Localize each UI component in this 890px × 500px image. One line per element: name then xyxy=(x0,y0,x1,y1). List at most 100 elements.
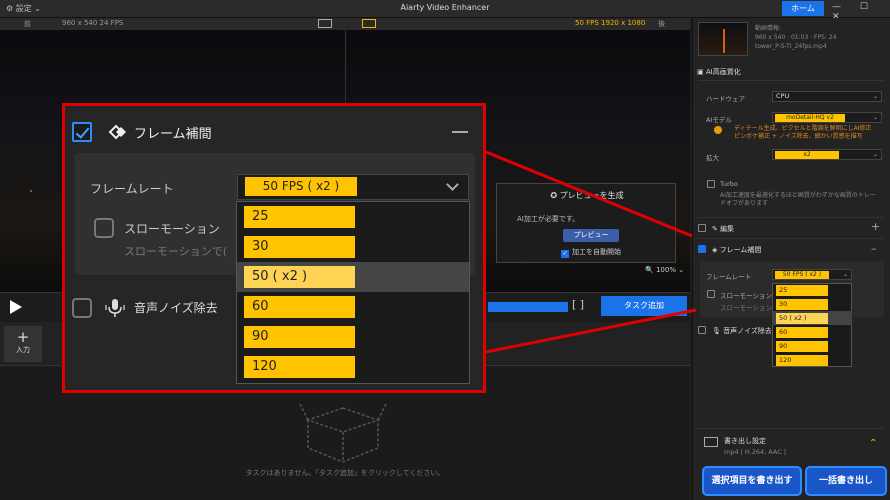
zoom-fps-option-selected[interactable]: 50 ( x2 ) xyxy=(244,266,355,288)
zoom-fps-option[interactable]: 120 xyxy=(244,356,355,378)
preview-note: AI加工が必要です。 xyxy=(517,215,580,223)
input-label: 入力 xyxy=(16,346,30,354)
frame-interp-section: ◈ フレーム補間 xyxy=(712,246,762,254)
fps-option[interactable]: 25 xyxy=(776,285,828,296)
zoom-frame-interp-checkbox[interactable] xyxy=(72,122,92,142)
zoom-frame-rate-value: 50 FPS ( x2 ) xyxy=(245,177,357,196)
zoom-fps-option[interactable]: 60 xyxy=(244,296,355,318)
home-button[interactable]: ホーム xyxy=(782,1,824,16)
export-all-button[interactable]: 一括書き出し xyxy=(805,466,887,496)
zoom-value: 100% xyxy=(655,266,676,274)
after-info: 50 FPS 1920 x 1080 xyxy=(575,19,646,27)
preview-header: 前 960 x 540 24 FPS 50 FPS 1920 x 1080 後 xyxy=(0,18,690,30)
export-selected-button[interactable]: 選択項目を書き出す xyxy=(702,466,802,496)
info-icon[interactable] xyxy=(714,126,722,134)
zoom-slowmo-desc: スローモーションで( xyxy=(124,245,228,258)
app-title: Aiarty Video Enhancer xyxy=(400,3,490,12)
preview-button[interactable]: プレビュー xyxy=(563,229,619,242)
chevron-down-icon: ⌄ xyxy=(872,93,878,100)
source-info-spec: 960 x 540 · 01:03 · FPS: 24 xyxy=(755,34,837,41)
preview-gen-icon: ✪ xyxy=(550,191,560,200)
edit-checkbox[interactable] xyxy=(698,224,706,232)
auto-start-checkbox[interactable]: ✓ 加工を自動開始 xyxy=(561,247,621,258)
divider xyxy=(698,428,884,429)
fps-option[interactable]: 60 xyxy=(776,327,828,338)
zoom-fps-option[interactable]: 25 xyxy=(244,206,355,228)
trim-brackets[interactable]: [ ] xyxy=(572,298,584,311)
frame-interp-icon xyxy=(108,124,126,140)
plus-icon: + xyxy=(16,328,30,346)
video-thumbnail[interactable] xyxy=(698,22,748,56)
fps-option[interactable]: 90 xyxy=(776,341,828,352)
edit-label: 編集 xyxy=(720,225,735,233)
ai-model-label: AIモデル xyxy=(706,116,732,124)
zoom-slowmo-label: スローモーション xyxy=(124,222,220,236)
timeline-track[interactable] xyxy=(488,302,568,312)
zoom-noise-label: 音声ノイズ除去 xyxy=(134,301,218,315)
noise-checkbox[interactable] xyxy=(698,326,706,334)
zoom-select[interactable]: 🔍 100% ⌄ xyxy=(645,266,684,274)
input-button[interactable]: + 入力 xyxy=(4,326,42,362)
export-settings-value: mp4 | H.264, AAC | xyxy=(724,448,787,456)
source-info: 動画情報: 960 x 540 · 01:03 · FPS: 24 tower_… xyxy=(755,24,836,51)
expand-icon[interactable]: + xyxy=(871,220,880,233)
turbo-checkbox[interactable] xyxy=(707,180,715,188)
frame-interp-checkbox[interactable] xyxy=(698,245,706,253)
microphone-icon xyxy=(105,299,125,317)
source-info-title: 動画情報: xyxy=(755,25,782,32)
hardware-label: ハードウェア xyxy=(706,95,745,103)
turbo-label: Turbo xyxy=(720,180,738,188)
collapse-icon[interactable] xyxy=(452,131,468,133)
task-add-button[interactable]: タスク追加 xyxy=(601,296,687,316)
tower-image xyxy=(723,29,725,53)
zoom-noise-checkbox[interactable] xyxy=(72,298,92,318)
preview-gen-title: プレビューを生成 xyxy=(559,191,624,200)
source-info-file: tower_P-S-TI_24fps.mp4 xyxy=(755,43,827,50)
slowmo-checkbox[interactable] xyxy=(707,290,715,298)
frame-rate-select[interactable]: 50 FPS ( x2 ) ⌄ xyxy=(772,269,852,280)
chevron-down-icon: ⌄ xyxy=(842,271,848,278)
ai-model-value: moDetail-HQ v2 xyxy=(775,114,845,122)
chevron-down-icon: ⌄ xyxy=(872,114,878,121)
scale-select[interactable]: x2 ⌄ xyxy=(772,149,882,160)
empty-box-icon xyxy=(299,403,387,463)
edit-section: ✎ 編集 xyxy=(712,225,735,233)
noise-section: 🎙 音声ノイズ除去 xyxy=(712,327,772,335)
frame-rate-label: フレームレート xyxy=(706,273,752,281)
collapse-icon[interactable]: – xyxy=(871,242,877,255)
turbo-desc: AI加工速度を最適化するほど画質がわずかな画質のトレードオフがあります xyxy=(720,192,876,207)
zoom-fps-option[interactable]: 90 xyxy=(244,326,355,348)
scale-label: 拡大 xyxy=(706,154,719,162)
ai-enhance-section: ▣ AI高画質化 xyxy=(697,68,741,76)
before-label: 前 xyxy=(24,20,31,28)
divider xyxy=(698,238,884,239)
hardware-value: CPU xyxy=(776,92,790,100)
zoom-slowmo-checkbox[interactable] xyxy=(94,218,114,238)
play-icon[interactable] xyxy=(10,300,22,314)
check-icon: ✓ xyxy=(561,250,569,258)
slowmo-desc: スローモーションで xyxy=(720,304,779,312)
ai-model-select[interactable]: moDetail-HQ v2 ⌄ xyxy=(772,112,882,123)
frame-interp-label: フレーム補間 xyxy=(719,246,762,254)
export-settings-icon xyxy=(704,437,718,447)
title-bar: ⚙ 設定 ⌄ Aiarty Video Enhancer xyxy=(0,0,890,18)
zoom-frame-rate-label: フレームレート xyxy=(90,182,174,196)
fps-option[interactable]: 120 xyxy=(776,355,828,366)
divider xyxy=(698,80,884,81)
hardware-select[interactable]: CPU ⌄ xyxy=(772,91,882,102)
compare-view-icon[interactable] xyxy=(362,19,376,28)
zoom-title: フレーム補間 xyxy=(134,127,212,142)
slowmo-label: スローモーション xyxy=(720,292,772,300)
fps-option-selected[interactable]: 50 ( x2 ) xyxy=(776,313,828,324)
preview-generate-box: ✪ プレビューを生成 AI加工が必要です。 プレビュー ✓ 加工を自動開始 xyxy=(496,183,676,263)
auto-start-label: 加工を自動開始 xyxy=(572,248,621,256)
ai-section-title: AI高画質化 xyxy=(705,68,741,76)
chevron-up-icon[interactable]: ⌃ xyxy=(869,438,877,449)
chevron-down-icon: ⌄ xyxy=(872,151,878,158)
before-info: 960 x 540 24 FPS xyxy=(62,19,124,27)
fps-option[interactable]: 30 xyxy=(776,299,828,310)
export-settings-label: 書き出し設定 xyxy=(724,437,766,445)
zoom-fps-option[interactable]: 30 xyxy=(244,236,355,258)
frame-rate-value: 50 FPS ( x2 ) xyxy=(775,271,829,279)
split-view-icon[interactable] xyxy=(318,19,332,28)
